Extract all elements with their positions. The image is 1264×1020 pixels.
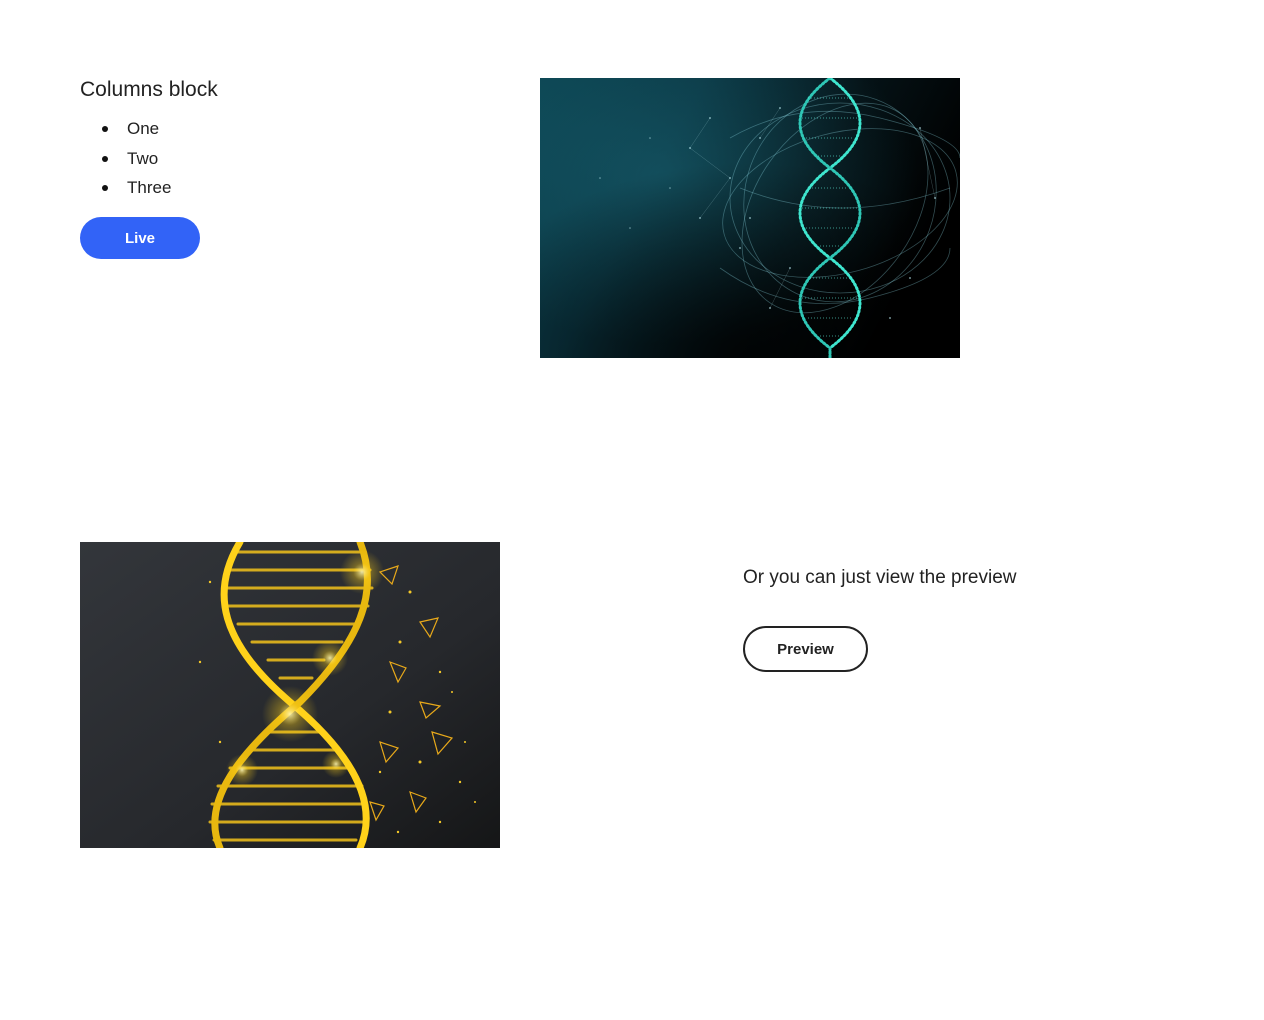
list-item: One	[101, 114, 171, 144]
page: Columns block One Two Three Live Or you …	[0, 0, 1264, 1020]
live-button[interactable]: Live	[80, 217, 200, 259]
preview-button[interactable]: Preview	[743, 626, 868, 672]
list-item: Three	[101, 173, 171, 203]
columns-block-heading: Columns block	[80, 78, 218, 101]
teal-dna-helix-image	[540, 78, 960, 358]
preview-description: Or you can just view the preview	[743, 567, 1017, 588]
gold-dna-helix-image	[80, 542, 500, 848]
bullet-list: One Two Three	[80, 114, 171, 203]
list-item: Two	[101, 144, 171, 174]
